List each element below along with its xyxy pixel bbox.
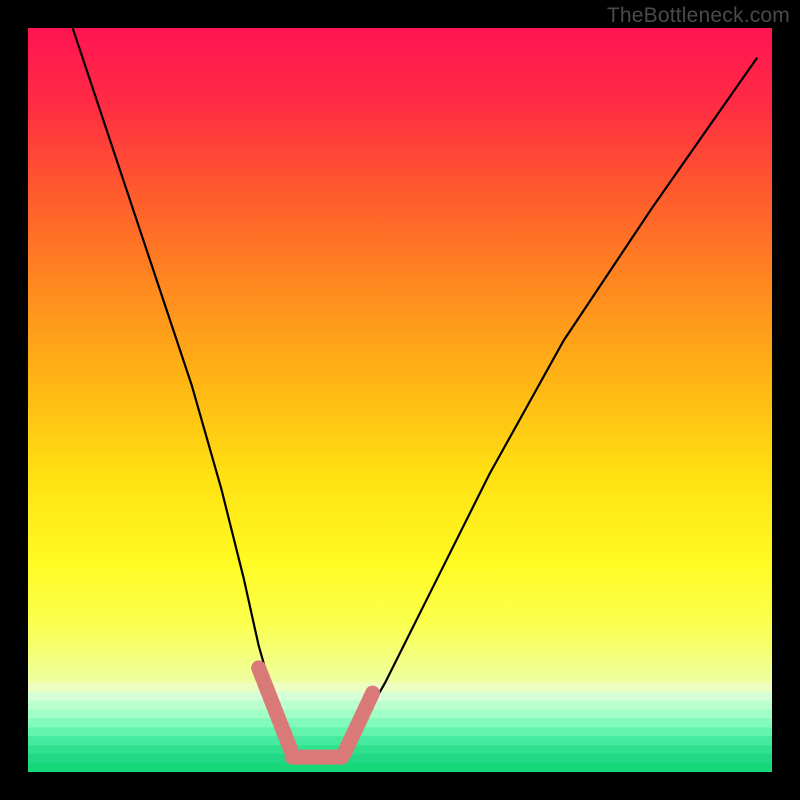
plot-area [28,28,772,772]
bottom-bands [28,683,772,772]
watermark-text: TheBottleneck.com [607,4,790,28]
chart-frame: TheBottleneck.com [0,0,800,800]
gradient-background [28,28,772,772]
plot-svg [28,28,772,772]
